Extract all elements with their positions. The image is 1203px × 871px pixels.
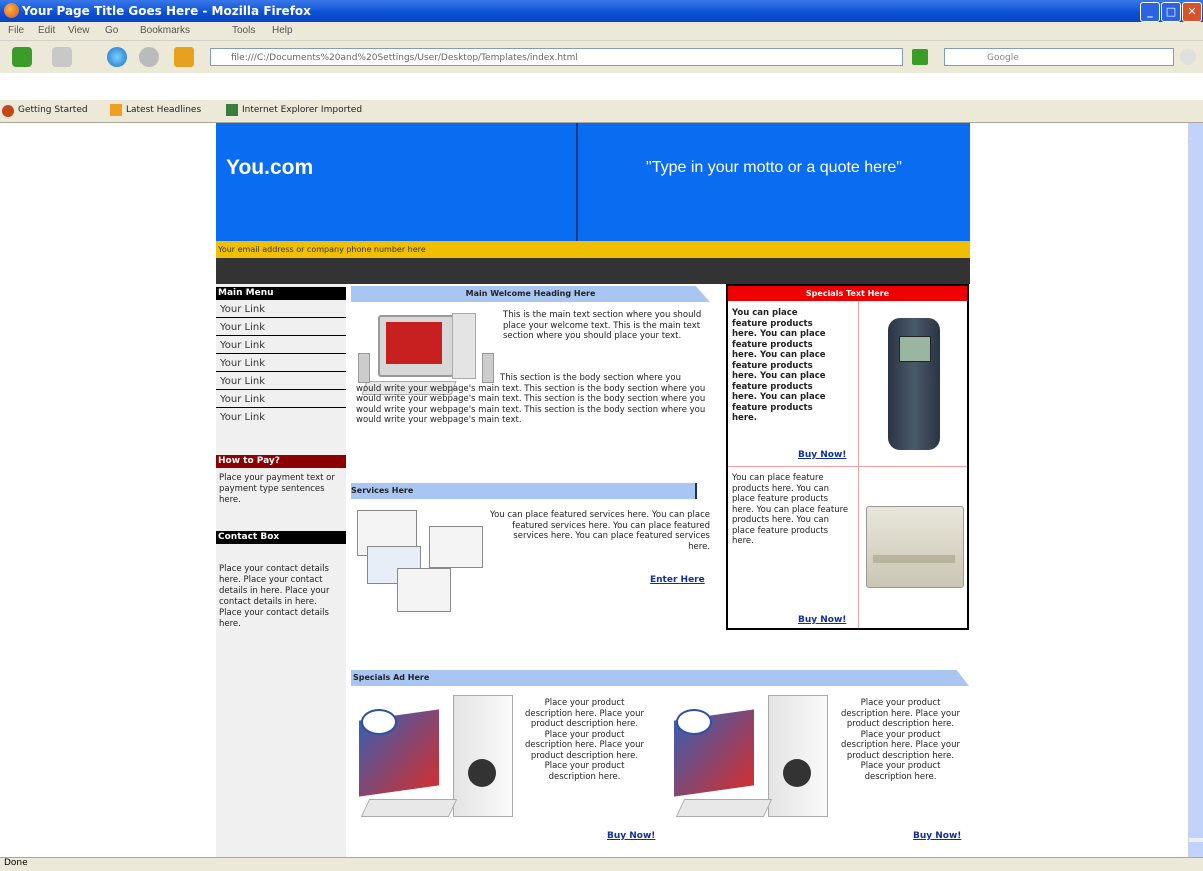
search-icon[interactable]	[1180, 49, 1196, 65]
buy-now-link[interactable]: Buy Now!	[607, 831, 655, 841]
menu-link[interactable]: Your Link	[216, 391, 346, 408]
contact-info-bar: Your email address or company phone numb…	[216, 241, 970, 258]
menu-link[interactable]: Your Link	[216, 409, 346, 426]
menu-link[interactable]: Your Link	[216, 301, 346, 318]
status-text: Done	[4, 858, 28, 868]
specials-ad-heading: Specials Ad Here	[351, 670, 969, 686]
printer-image	[866, 506, 964, 588]
window-title-bar[interactable]: Your Page Title Goes Here - Mozilla Fire…	[0, 0, 1203, 22]
home-icon[interactable]	[174, 47, 194, 67]
menu-view[interactable]: View	[68, 25, 90, 36]
mobile-phone-image	[888, 318, 940, 450]
url-text: file:///C:/Documents%20and%20Settings/Us…	[231, 53, 578, 63]
menu-bar: File Edit View Go Bookmarks Tools Help	[0, 22, 1203, 41]
header-divider	[576, 123, 578, 241]
menu-file[interactable]: File	[8, 25, 24, 36]
navigation-toolbar: file:///C:/Documents%20and%20Settings/Us…	[0, 41, 1203, 73]
firefox-icon	[4, 3, 19, 18]
close-icon[interactable]: ✕	[1182, 2, 1202, 22]
how-to-pay-heading: How to Pay?	[216, 455, 346, 468]
window-title: Your Page Title Goes Here - Mozilla Fire…	[22, 4, 311, 18]
main-menu-heading: Main Menu	[216, 287, 346, 300]
url-input[interactable]: file:///C:/Documents%20and%20Settings/Us…	[210, 48, 903, 66]
status-bar: Done	[0, 857, 1203, 871]
buy-now-link[interactable]: Buy Now!	[913, 831, 961, 841]
left-sidebar: Main Menu Your Link Your Link Your Link …	[216, 284, 346, 857]
header-logo-area: You.com	[216, 123, 577, 241]
pc-tower-image	[670, 695, 830, 830]
menu-link[interactable]: Your Link	[216, 355, 346, 372]
scroll-up-icon[interactable]	[1189, 123, 1203, 138]
contact-info-text: Your email address or company phone numb…	[218, 245, 426, 254]
ad-item1-text: Place your product description here. Pla…	[525, 698, 644, 782]
services-heading: Services Here	[351, 483, 697, 499]
pc-tower-image	[355, 695, 515, 830]
services-text: You can place featured services here. Yo…	[490, 510, 711, 552]
menu-link[interactable]: Your Link	[216, 337, 346, 354]
bookmarks-toolbar: Getting Started Latest Headlines Interne…	[0, 100, 1203, 123]
header-motto-area: "Type in your motto or a quote here"	[578, 123, 970, 241]
buy-now-link[interactable]: Buy Now!	[798, 450, 846, 460]
dark-divider-bar	[216, 258, 970, 284]
firefox-icon	[2, 105, 14, 117]
buy-now-link[interactable]: Buy Now!	[798, 615, 846, 625]
how-to-pay-text: Place your payment text or payment type …	[219, 473, 335, 505]
vertical-scrollbar[interactable]	[1188, 123, 1203, 857]
menu-help[interactable]: Help	[272, 25, 293, 36]
bookmark-ie-imported[interactable]: Internet Explorer Imported	[242, 105, 362, 115]
menu-link[interactable]: Your Link	[216, 373, 346, 390]
contact-box-text: Place your contact details here. Place y…	[219, 564, 330, 629]
stop-icon[interactable]	[139, 47, 159, 67]
search-placeholder: Google	[987, 53, 1019, 63]
ad-item2-text: Place your product description here. Pla…	[841, 698, 960, 782]
welcome-heading: Main Welcome Heading Here	[351, 286, 710, 302]
minimize-icon[interactable]: _	[1140, 2, 1160, 22]
menu-bookmarks[interactable]: Bookmarks	[140, 25, 190, 36]
reload-icon[interactable]	[107, 47, 127, 67]
bookmark-latest-headlines[interactable]: Latest Headlines	[126, 105, 201, 115]
site-name[interactable]: You.com	[226, 156, 313, 180]
enter-here-link[interactable]: Enter Here	[650, 575, 705, 585]
contact-box-heading: Contact Box	[216, 531, 346, 544]
product2-text: You can place feature products here. You…	[732, 473, 849, 546]
welcome-text-intro: This is the main text section where you …	[503, 310, 702, 341]
folder-icon	[226, 104, 238, 116]
specials-text-heading: Specials Text Here	[728, 286, 967, 301]
menu-tools[interactable]: Tools	[232, 25, 255, 36]
page-viewport: You.com "Type in your motto or a quote h…	[0, 123, 1188, 857]
maximize-icon[interactable]: □	[1161, 2, 1181, 22]
menu-edit[interactable]: Edit	[38, 25, 55, 36]
screenshots-image	[357, 508, 485, 618]
welcome-text-body: This section is the body section where y…	[356, 373, 706, 425]
product1-text: You can place feature products here. You…	[732, 308, 826, 423]
back-arrow-icon[interactable]	[12, 47, 32, 67]
rss-icon	[110, 104, 122, 116]
go-arrow-icon[interactable]	[912, 49, 928, 65]
forward-arrow-icon[interactable]	[52, 47, 72, 67]
scrollbar-thumb[interactable]	[1189, 138, 1203, 838]
bookmark-getting-started[interactable]: Getting Started	[18, 105, 88, 115]
scroll-down-icon[interactable]	[1189, 842, 1203, 857]
specials-text-box: Specials Text Here You can place feature…	[726, 284, 969, 630]
menu-link[interactable]: Your Link	[216, 319, 346, 336]
search-input[interactable]: Google	[944, 48, 1174, 66]
motto-text: "Type in your motto or a quote here"	[646, 159, 902, 176]
menu-go[interactable]: Go	[105, 25, 118, 36]
